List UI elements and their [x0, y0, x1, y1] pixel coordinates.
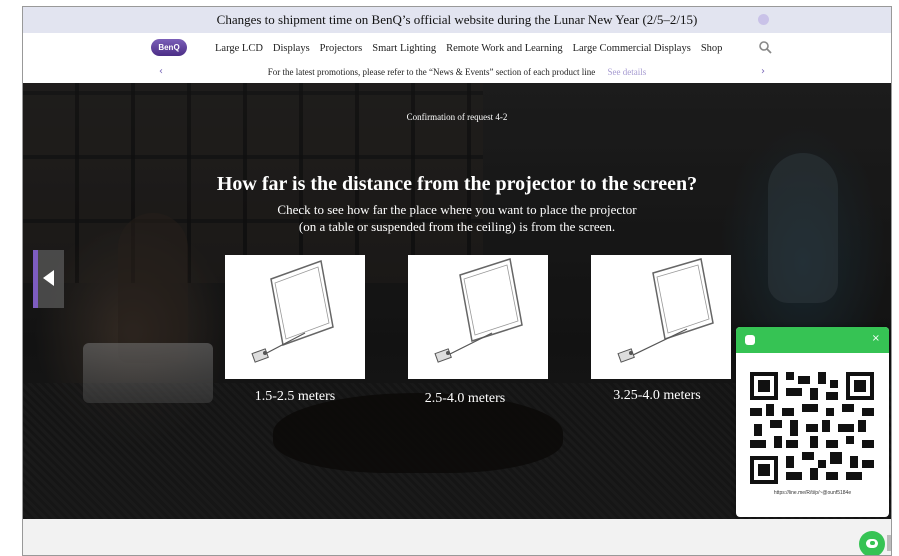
- main-nav: BenQ Large LCD Displays Projectors Smart…: [23, 33, 891, 63]
- qr-url-text: https://line.me/R/ti/p/~@ounf5184e: [773, 490, 852, 496]
- option-card-1[interactable]: [225, 255, 365, 379]
- announcement-text[interactable]: Changes to shipment time on BenQ’s offic…: [217, 12, 698, 27]
- projector-screen-icon: [434, 258, 523, 363]
- close-icon[interactable]: ×: [872, 333, 880, 344]
- qr-popup-header: ×: [736, 327, 889, 353]
- question-title: How far is the distance from the project…: [216, 173, 698, 195]
- nav-item-displays[interactable]: Displays: [273, 43, 310, 54]
- page-footer: [23, 519, 891, 555]
- nav-menu: Large LCD Displays Projectors Smart Ligh…: [215, 33, 722, 63]
- confirmation-step: Confirmation of request 4-2: [406, 112, 508, 122]
- nav-item-large-lcd[interactable]: Large LCD: [215, 43, 263, 54]
- line-qr-popup: × https://line.me/R/ti/p/~@ounf5184e: [736, 327, 889, 517]
- chat-button[interactable]: [859, 531, 885, 555]
- option-label-2[interactable]: 2.5-4.0 meters: [375, 391, 555, 407]
- benq-logo[interactable]: BenQ: [151, 39, 187, 56]
- arrow-left-icon: [43, 270, 54, 286]
- nav-item-smart-lighting[interactable]: Smart Lighting: [372, 43, 436, 54]
- previous-step-button[interactable]: [33, 250, 64, 308]
- promo-text: For the latest promotions, please refer …: [267, 67, 596, 77]
- browser-page: Changes to shipment time on BenQ’s offic…: [22, 6, 892, 556]
- chevron-right-icon[interactable]: ›: [761, 66, 765, 77]
- line-icon: [745, 335, 755, 345]
- scrollbar[interactable]: [887, 535, 891, 551]
- question-description: Check to see how far the place where you…: [23, 201, 891, 235]
- description-line-2: (on a table or suspended from the ceilin…: [298, 219, 616, 234]
- announcement-bar[interactable]: Changes to shipment time on BenQ’s offic…: [23, 7, 891, 33]
- nav-item-large-commercial-displays[interactable]: Large Commercial Displays: [573, 43, 691, 54]
- option-label-1[interactable]: 1.5-2.5 meters: [205, 389, 385, 405]
- projector-screen-icon: [617, 258, 714, 363]
- nav-item-shop[interactable]: Shop: [701, 43, 723, 54]
- nav-item-projectors[interactable]: Projectors: [320, 43, 363, 54]
- chat-bubble-icon-inner: [870, 541, 875, 545]
- option-card-2[interactable]: [408, 255, 548, 379]
- search-icon[interactable]: [758, 40, 772, 54]
- projector-screen-icon: [251, 259, 334, 363]
- option-card-3[interactable]: [591, 255, 731, 379]
- announcement-dot-icon[interactable]: [758, 14, 769, 25]
- option-label-3[interactable]: 3.25-4.0 meters: [567, 388, 747, 404]
- promo-bar: ‹ For the latest promotions, please refe…: [23, 63, 891, 83]
- description-line-1: Check to see how far the place where you…: [277, 202, 637, 217]
- nav-item-remote-work[interactable]: Remote Work and Learning: [446, 43, 562, 54]
- qr-code-image[interactable]: [750, 372, 874, 484]
- promo-see-details-link[interactable]: See details: [607, 67, 646, 77]
